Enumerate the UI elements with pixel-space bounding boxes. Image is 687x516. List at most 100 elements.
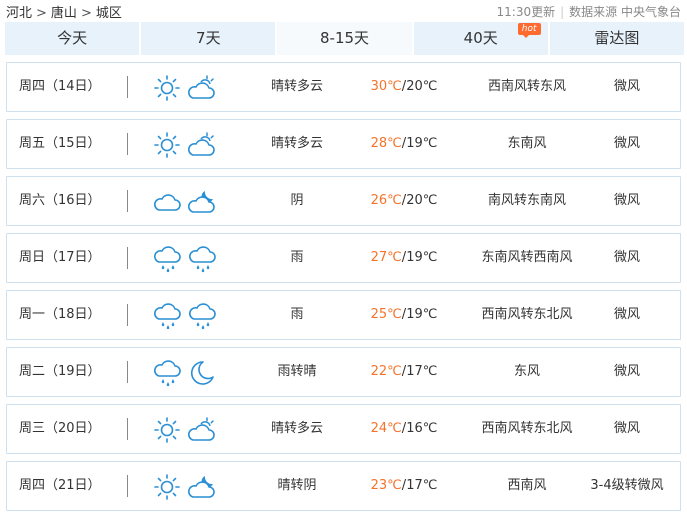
temperature-range: 28℃/19℃ [359,120,449,168]
tab-label: 雷达图 [594,29,640,47]
high-temp: 22℃ [370,364,402,379]
row-divider [127,190,128,212]
high-temp: 23℃ [370,478,402,493]
temperature-range: 27℃/19℃ [359,234,449,282]
weather-icons [153,188,223,216]
sun-icon [154,417,180,443]
moon-icon [190,361,214,385]
cloud-moon-icon [188,190,215,213]
tab-40-days[interactable]: 40天 hot [413,22,550,55]
partly-cloudy-icon [188,132,215,156]
breadcrumb-city[interactable]: 唐山 [51,6,77,21]
meta-divider: | [560,5,565,19]
forecast-row: 周日（17日）雨 27℃/19℃ 东南风转西南风 微风 [6,233,681,283]
weather-condition: 雨转晴 [277,364,317,379]
weather-condition: 晴转多云 [270,136,323,151]
hot-badge: hot [517,23,541,38]
forecast-row: 周二（19日） 雨转晴 22℃/17℃ 东风 微风 [6,347,681,397]
sun-icon [154,132,180,158]
forecast-date: 周六（16日） [19,193,101,208]
forecast-date: 周一（18日） [19,307,101,322]
high-temp: 25℃ [370,307,402,322]
forecast-row: 周五（15日） 晴转多云 28℃/19℃ 东南风 微风 [6,119,681,169]
wind-level: 微风 [613,421,640,436]
forecast-date: 周五（15日） [19,136,101,151]
temperature-range: 24℃/16℃ [359,405,449,453]
weather-icons [153,245,223,273]
tab-today[interactable]: 今天 [5,22,142,55]
rain-icon [189,246,216,273]
high-temp: 27℃ [370,250,402,265]
tab-7-days[interactable]: 7天 [141,22,278,55]
wind-level: 微风 [613,79,640,94]
rain-icon [189,303,216,330]
row-divider [127,361,128,383]
temperature-range: 26℃/20℃ [359,177,449,225]
weather-icons [153,416,223,444]
row-divider [127,475,128,497]
breadcrumb-separator: > [80,6,92,21]
rain-icon [154,246,181,273]
wind-level: 微风 [613,193,640,208]
high-temp: 30℃ [370,79,402,94]
tab-8-15-days[interactable]: 8-15天 [277,22,414,55]
forecast-row: 周六（16日）阴 26℃/20℃ 南风转东南风 微风 [6,176,681,226]
forecast-date: 周日（17日） [19,250,101,265]
weather-icons [153,473,223,501]
forecast-list: 周四（14日） 晴转多云 30℃/20℃ 西南风转东风 微风 周五（15日） 晴转多云 28℃… [6,62,681,516]
breadcrumb-province[interactable]: 河北 [6,6,32,21]
wind-level: 微风 [613,250,640,265]
partly-cloudy-icon [188,75,215,99]
update-time: 11:30更新 [496,5,556,19]
forecast-row: 周四（14日） 晴转多云 30℃/20℃ 西南风转东风 微风 [6,62,681,112]
wind-level: 3-4级转微风 [590,478,664,493]
weather-condition: 晴转多云 [270,79,323,94]
low-temp: 17℃ [406,364,438,379]
low-temp: 19℃ [406,136,438,151]
forecast-date: 周三（20日） [19,421,101,436]
low-temp: 20℃ [406,193,438,208]
weather-icons [153,302,223,330]
weather-condition: 晴转多云 [270,421,323,436]
row-divider [127,418,128,440]
tab-label: 40天 [463,29,498,47]
weather-icons [153,131,223,159]
row-divider [127,247,128,269]
weather-icons [153,359,223,387]
row-divider [127,304,128,326]
tab-radar[interactable]: 雷达图 [549,22,685,55]
forecast-date: 周四（21日） [19,478,101,493]
high-temp: 28℃ [370,136,402,151]
forecast-row: 周四（21日） 晴转阴 23℃/17℃ 西南风 3-4级转微风 [6,461,681,511]
weather-condition: 阴 [290,193,304,208]
sun-icon [154,75,180,101]
forecast-date: 周二（19日） [19,364,101,379]
top-bar: 河北 > 唐山 > 城区 11:30更新 | 数据来源 中央气象台 [0,0,687,22]
tab-label: 8-15天 [319,29,370,47]
low-temp: 16℃ [406,421,438,436]
rain-icon [154,360,181,387]
row-divider [127,133,128,155]
row-divider [127,76,128,98]
forecast-row: 周三（20日） 晴转多云 24℃/16℃ 西南风转东北风 微风 [6,404,681,454]
wind-level: 微风 [613,136,640,151]
forecast-tabs: 今天 7天 8-15天 40天 hot 雷达图 [5,22,685,55]
temperature-range: 30℃/20℃ [359,63,449,111]
tab-label: 今天 [57,29,88,47]
low-temp: 19℃ [406,307,438,322]
high-temp: 26℃ [370,193,402,208]
breadcrumb: 河北 > 唐山 > 城区 [6,2,122,21]
tab-label: 7天 [196,29,221,47]
low-temp: 19℃ [406,250,438,265]
rain-icon [154,303,181,330]
weather-condition: 雨 [290,307,304,322]
temperature-range: 22℃/17℃ [359,348,449,396]
breadcrumb-district[interactable]: 城区 [96,6,122,21]
wind-level: 微风 [613,307,640,322]
temperature-range: 25℃/19℃ [359,291,449,339]
breadcrumb-separator: > [36,6,47,21]
temperature-range: 23℃/17℃ [359,462,449,510]
weather-condition: 晴转阴 [277,478,317,493]
wind-level: 微风 [613,364,640,379]
high-temp: 24℃ [370,421,402,436]
